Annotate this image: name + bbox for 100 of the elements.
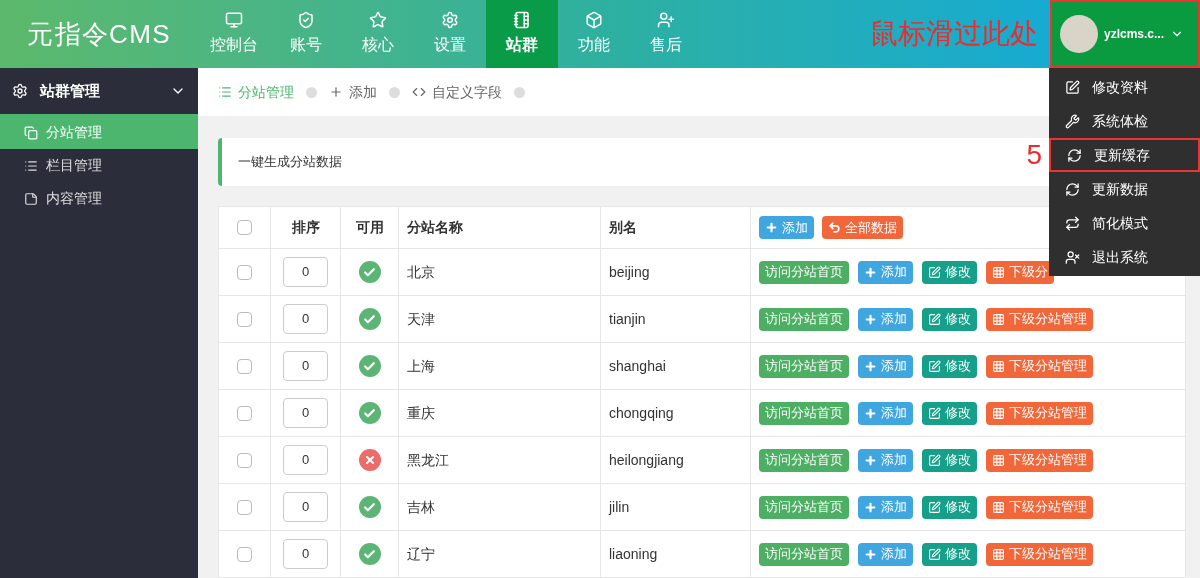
- grid-icon: [992, 312, 1005, 326]
- sidebar-item[interactable]: 栏目管理: [0, 149, 198, 182]
- checkbox[interactable]: [237, 546, 252, 562]
- sub-manage-button[interactable]: 下级分站管理: [986, 495, 1093, 519]
- step-annotation: 5: [1026, 138, 1042, 172]
- star-icon: [369, 11, 387, 29]
- order-input[interactable]: 0: [283, 304, 328, 334]
- column-header: 可用: [340, 206, 399, 249]
- settings-icon: [12, 83, 28, 99]
- table-cell: 天津: [398, 295, 601, 343]
- edit-icon: [928, 359, 941, 373]
- check-status-icon[interactable]: [358, 261, 381, 283]
- edit-button[interactable]: 修改: [922, 448, 977, 472]
- nav-tab[interactable]: 站群: [486, 0, 558, 68]
- sub-manage-button[interactable]: 下级分站管理: [986, 307, 1093, 331]
- nav-tab[interactable]: 控制台: [198, 0, 270, 68]
- user-menu-trigger[interactable]: yzlcms.c...: [1050, 0, 1200, 68]
- visit-button[interactable]: 访问分站首页: [759, 307, 849, 331]
- menu-item[interactable]: 更新缓存: [1049, 138, 1200, 172]
- add-button[interactable]: 添加: [759, 216, 814, 239]
- checkbox[interactable]: [237, 405, 252, 421]
- column-header: 分站名称: [398, 206, 601, 249]
- edit-icon: [928, 500, 941, 514]
- nav-tab[interactable]: 设置: [414, 0, 486, 68]
- order-input[interactable]: 0: [283, 398, 328, 428]
- sub-manage-button[interactable]: 下级分站管理: [986, 448, 1093, 472]
- sub-manage-button[interactable]: 下级分: [986, 260, 1054, 284]
- breadcrumb-link[interactable]: 分站管理: [218, 81, 294, 103]
- edit-button[interactable]: 修改: [922, 260, 977, 284]
- edit-button[interactable]: 修改: [922, 401, 977, 425]
- breadcrumb-link[interactable]: 自定义字段: [412, 81, 502, 103]
- nav-tab[interactable]: 账号: [270, 0, 342, 68]
- sub-manage-button[interactable]: 下级分站管理: [986, 542, 1093, 566]
- visit-button[interactable]: 访问分站首页: [759, 354, 849, 378]
- nav-tab[interactable]: 售后: [630, 0, 702, 68]
- table-cell: liaoning: [600, 530, 751, 578]
- sidebar-item[interactable]: 分站管理: [0, 116, 198, 149]
- check-status-icon[interactable]: [358, 543, 381, 565]
- check-status-icon[interactable]: [358, 402, 381, 424]
- edit-button[interactable]: 修改: [922, 542, 977, 566]
- edit-button[interactable]: 修改: [922, 354, 977, 378]
- edit-button[interactable]: 修改: [922, 307, 977, 331]
- plus-icon: [864, 406, 877, 420]
- check-status-icon[interactable]: [358, 308, 381, 330]
- check-status-icon[interactable]: [358, 496, 381, 518]
- visit-button[interactable]: 访问分站首页: [759, 448, 849, 472]
- visit-button[interactable]: 访问分站首页: [759, 495, 849, 519]
- menu-item[interactable]: 更新数据: [1049, 172, 1200, 206]
- table-cell: shanghai: [600, 342, 751, 390]
- plus-icon: [864, 359, 877, 373]
- add-button[interactable]: 添加: [858, 307, 913, 331]
- add-button[interactable]: 添加: [858, 354, 913, 378]
- menu-item[interactable]: 修改资料: [1049, 70, 1200, 104]
- checkbox[interactable]: [237, 452, 252, 468]
- checkbox[interactable]: [237, 264, 252, 280]
- visit-button[interactable]: 访问分站首页: [759, 260, 849, 284]
- nav-tab[interactable]: 核心: [342, 0, 414, 68]
- undo-icon: [828, 221, 841, 234]
- add-button[interactable]: 添加: [858, 448, 913, 472]
- edit-button[interactable]: 修改: [922, 495, 977, 519]
- order-input[interactable]: 0: [283, 492, 328, 522]
- order-input[interactable]: 0: [283, 445, 328, 475]
- table-cell: tianjin: [600, 295, 751, 343]
- sub-manage-button[interactable]: 下级分站管理: [986, 401, 1093, 425]
- all-data-button[interactable]: 全部数据: [822, 216, 903, 239]
- menu-item[interactable]: 简化模式: [1049, 206, 1200, 240]
- add-button[interactable]: 添加: [858, 260, 913, 284]
- order-input[interactable]: 0: [283, 539, 328, 569]
- plus-icon: [864, 547, 877, 561]
- add-button[interactable]: 添加: [858, 401, 913, 425]
- nav-tab[interactable]: 功能: [558, 0, 630, 68]
- checkbox[interactable]: [237, 311, 252, 327]
- checkbox[interactable]: [237, 358, 252, 374]
- menu-item[interactable]: 系统体检: [1049, 104, 1200, 138]
- table-cell: 重庆: [398, 389, 601, 437]
- code-icon: [412, 85, 426, 99]
- monitor-icon: [225, 11, 243, 29]
- cube-icon: [585, 11, 603, 29]
- grid-icon: [992, 500, 1005, 514]
- sub-manage-button[interactable]: 下级分站管理: [986, 354, 1093, 378]
- order-input[interactable]: 0: [283, 257, 328, 287]
- visit-button[interactable]: 访问分站首页: [759, 542, 849, 566]
- cross-status-icon[interactable]: [358, 449, 381, 471]
- refresh-icon: [1065, 181, 1080, 197]
- visit-button[interactable]: 访问分站首页: [759, 401, 849, 425]
- add-button[interactable]: 添加: [858, 495, 913, 519]
- breadcrumb-link[interactable]: 添加: [329, 81, 377, 103]
- sidebar-item[interactable]: 内容管理: [0, 182, 198, 215]
- avatar: [1060, 15, 1098, 53]
- checkbox[interactable]: [237, 220, 252, 235]
- plus-icon: [864, 453, 877, 467]
- repeat-icon: [1065, 215, 1080, 231]
- checkbox[interactable]: [237, 499, 252, 515]
- add-button[interactable]: 添加: [858, 542, 913, 566]
- order-input[interactable]: 0: [283, 351, 328, 381]
- list-icon: [24, 158, 38, 173]
- check-status-icon[interactable]: [358, 355, 381, 377]
- plus-icon: [864, 312, 877, 326]
- table-cell: 上海: [398, 342, 601, 390]
- plus-icon: [765, 221, 778, 234]
